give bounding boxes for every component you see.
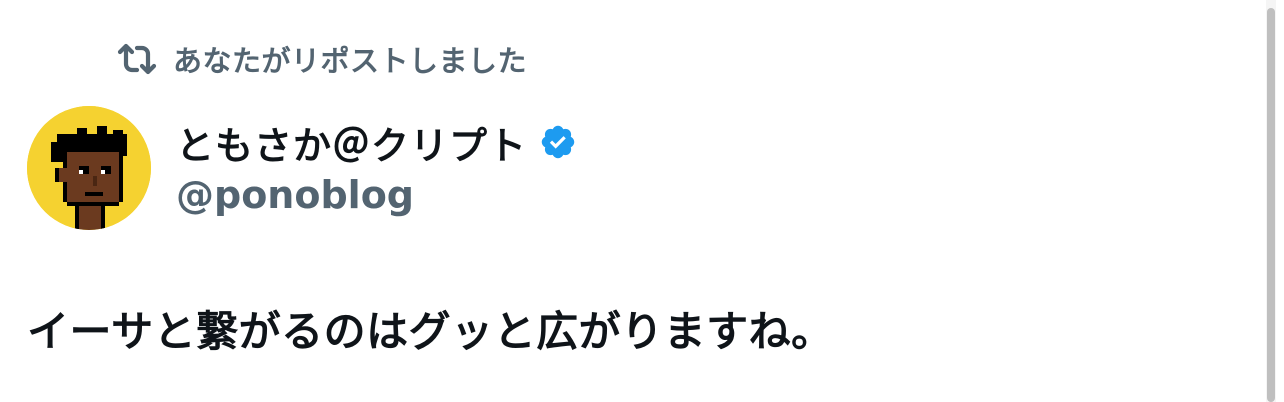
repost-indicator[interactable]: あなたがリポストしました (115, 38, 527, 80)
tweet-text: イーサと繋がるのはグッと広がりますね。 (27, 307, 834, 356)
repost-icon (115, 38, 159, 80)
scrollbar-thumb[interactable] (1267, 8, 1275, 402)
avatar[interactable] (27, 106, 151, 230)
author-info[interactable]: ともさか＠クリプト @ponoblog (176, 112, 579, 218)
name-row: ともさか＠クリプト (176, 112, 579, 172)
user-handle[interactable]: @ponoblog (176, 172, 579, 218)
display-name[interactable]: ともさか＠クリプト (176, 115, 527, 170)
tweet-card[interactable]: あなたがリポストしました ともさか＠クリプト @ponoblog イーサと繋がる… (0, 0, 1284, 402)
repost-label: あなたがリポストしました (173, 44, 528, 78)
verified-badge-icon (539, 122, 579, 162)
